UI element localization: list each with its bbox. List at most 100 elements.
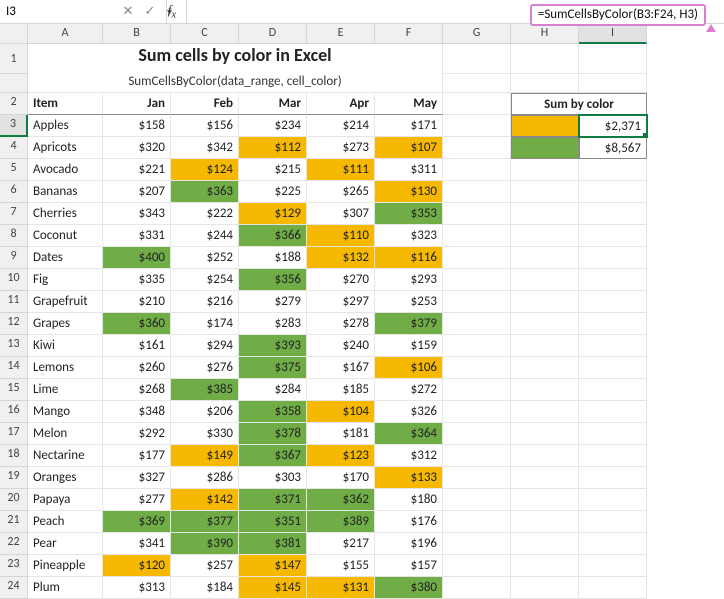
cell-G18[interactable] — [443, 445, 511, 467]
cell-G19[interactable] — [443, 467, 511, 489]
cell-value[interactable]: $170 — [307, 467, 375, 489]
cell-value[interactable]: $360 — [103, 313, 171, 335]
cell-G8[interactable] — [443, 225, 511, 247]
cell-value[interactable]: $217 — [307, 533, 375, 555]
header-jan[interactable]: Jan — [103, 93, 171, 115]
cell-value[interactable]: $276 — [171, 357, 239, 379]
cell-G11[interactable] — [443, 291, 511, 313]
cell-G5[interactable] — [443, 159, 511, 181]
cell-I14[interactable] — [579, 357, 647, 379]
cell-I6[interactable] — [579, 181, 647, 203]
header-feb[interactable]: Feb — [171, 93, 239, 115]
cell-item[interactable]: Melon — [28, 423, 103, 445]
cell-item[interactable]: Bananas — [28, 181, 103, 203]
cell-value[interactable]: $342 — [171, 137, 239, 159]
cell-value[interactable]: $185 — [307, 379, 375, 401]
cell-value[interactable]: $257 — [171, 555, 239, 577]
row-head-22[interactable]: 22 — [0, 533, 28, 555]
cell-value[interactable]: $277 — [103, 489, 171, 511]
cell-value[interactable]: $129 — [239, 203, 307, 225]
cell-H20[interactable] — [511, 489, 579, 511]
cell-value[interactable]: $147 — [239, 555, 307, 577]
cell-G20[interactable] — [443, 489, 511, 511]
row-head-12[interactable]: 12 — [0, 313, 28, 335]
col-head-G[interactable]: G — [443, 24, 511, 44]
cell-G17[interactable] — [443, 423, 511, 445]
cell-value[interactable]: $124 — [171, 159, 239, 181]
sum-color-swatch-green[interactable] — [511, 137, 579, 159]
cell-item[interactable]: Fig — [28, 269, 103, 291]
cell-G21[interactable] — [443, 511, 511, 533]
cell-value[interactable]: $303 — [239, 467, 307, 489]
header-item[interactable]: Item — [28, 93, 103, 115]
cell-value[interactable]: $254 — [171, 269, 239, 291]
cell-value[interactable]: $286 — [171, 467, 239, 489]
cell-H13[interactable] — [511, 335, 579, 357]
cell-item[interactable]: Mango — [28, 401, 103, 423]
cell-value[interactable]: $167 — [307, 357, 375, 379]
sum-value-green[interactable]: $8,567 — [579, 137, 647, 159]
cell-item[interactable]: Apples — [28, 115, 103, 137]
cell-value[interactable]: $307 — [307, 203, 375, 225]
cell-value[interactable]: $207 — [103, 181, 171, 203]
cell-value[interactable]: $293 — [375, 269, 443, 291]
header-may[interactable]: May — [375, 93, 443, 115]
fx-button[interactable]: fx — [162, 2, 182, 21]
cell-I18[interactable] — [579, 445, 647, 467]
cell-value[interactable]: $278 — [307, 313, 375, 335]
cell-value[interactable]: $284 — [239, 379, 307, 401]
cell-value[interactable]: $222 — [171, 203, 239, 225]
cell-I17[interactable] — [579, 423, 647, 445]
select-all-corner[interactable] — [0, 24, 28, 44]
cell-value[interactable]: $369 — [103, 511, 171, 533]
cell-H6[interactable] — [511, 181, 579, 203]
cell-H5[interactable] — [511, 159, 579, 181]
cell-H10[interactable] — [511, 269, 579, 291]
cell-value[interactable]: $123 — [307, 445, 375, 467]
cell-value[interactable]: $253 — [375, 291, 443, 313]
cell-item[interactable]: Cherries — [28, 203, 103, 225]
cell-value[interactable]: $112 — [239, 137, 307, 159]
cell-I10[interactable] — [579, 269, 647, 291]
cell-value[interactable]: $400 — [103, 247, 171, 269]
cell-value[interactable]: $279 — [239, 291, 307, 313]
cell-H16[interactable] — [511, 401, 579, 423]
col-head-H[interactable]: H — [511, 24, 579, 44]
cell-value[interactable]: $353 — [375, 203, 443, 225]
row-head-3[interactable]: 3 — [0, 115, 28, 137]
cell-value[interactable]: $323 — [375, 225, 443, 247]
cell-value[interactable]: $176 — [375, 511, 443, 533]
cell-H14[interactable] — [511, 357, 579, 379]
cell-I11[interactable] — [579, 291, 647, 313]
row-head-5[interactable]: 5 — [0, 159, 28, 181]
cell-value[interactable]: $385 — [171, 379, 239, 401]
cell-value[interactable]: $341 — [103, 533, 171, 555]
cell-item[interactable]: Dates — [28, 247, 103, 269]
cell-I22[interactable] — [579, 533, 647, 555]
cell-item[interactable]: Apricots — [28, 137, 103, 159]
col-head-I[interactable]: I — [579, 24, 647, 44]
cell-value[interactable]: $214 — [307, 115, 375, 137]
cell-H11[interactable] — [511, 291, 579, 313]
cell-value[interactable]: $159 — [375, 335, 443, 357]
cell-H8[interactable] — [511, 225, 579, 247]
cell-value[interactable]: $375 — [239, 357, 307, 379]
cell-H15[interactable] — [511, 379, 579, 401]
cell-item[interactable]: Coconut — [28, 225, 103, 247]
cell-I21[interactable] — [579, 511, 647, 533]
row-head-21[interactable]: 21 — [0, 511, 28, 533]
cell-value[interactable]: $326 — [375, 401, 443, 423]
cell-H23[interactable] — [511, 555, 579, 577]
cell-value[interactable]: $106 — [375, 357, 443, 379]
cell-value[interactable]: $331 — [103, 225, 171, 247]
row-head-10[interactable]: 10 — [0, 269, 28, 291]
cell-H18[interactable] — [511, 445, 579, 467]
cell-value[interactable]: $320 — [103, 137, 171, 159]
cell-G12[interactable] — [443, 313, 511, 335]
row-head-18[interactable]: 18 — [0, 445, 28, 467]
cell-I16[interactable] — [579, 401, 647, 423]
spreadsheet-grid[interactable]: ABCDEFGHI1Sum cells by color in Excel.Su… — [0, 24, 724, 599]
cell-G22[interactable] — [443, 533, 511, 555]
cell-value[interactable]: $265 — [307, 181, 375, 203]
row-head-14[interactable]: 14 — [0, 357, 28, 379]
